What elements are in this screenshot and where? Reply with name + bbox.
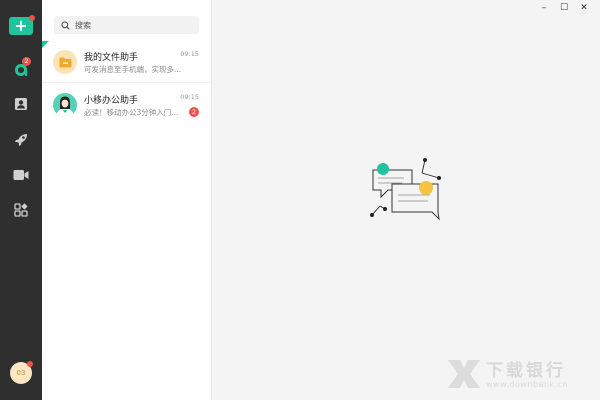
messages-badge: 2 bbox=[22, 57, 31, 66]
my-avatar[interactable]: 03 bbox=[10, 361, 33, 384]
rocket-icon bbox=[15, 134, 27, 146]
file-assistant-avatar bbox=[53, 50, 77, 74]
office-assistant-avatar bbox=[53, 93, 77, 117]
sidebar: + 2 03 bbox=[0, 0, 42, 400]
add-icon: + bbox=[14, 16, 28, 35]
apps-icon bbox=[14, 203, 28, 217]
conversation-preview: 可发消息至手机端，实现多... bbox=[84, 65, 182, 74]
conversation-title: 小移办公助手 bbox=[84, 96, 139, 106]
conversation-item[interactable]: 小移办公助手 必读！移动办公3分钟入门... 09:15 2 bbox=[42, 84, 211, 126]
nav-workbench[interactable] bbox=[0, 127, 42, 153]
conversation-item[interactable]: 我的文件助手 可发消息至手机端，实现多... 09:15 bbox=[42, 41, 211, 83]
close-button[interactable]: ✕ bbox=[574, 2, 594, 14]
maximize-button[interactable]: ☐ bbox=[554, 2, 574, 14]
nav-messages[interactable]: 2 bbox=[0, 57, 42, 83]
conversation-list: 搜索 我的文件助手 可发消息至手机端，实现多... 09:15 小移办公助手 必… bbox=[42, 0, 212, 400]
my-avatar-badge-dot bbox=[27, 361, 33, 367]
video-icon bbox=[13, 170, 29, 180]
watermark-url: www.downbank.cn bbox=[486, 380, 569, 389]
add-button[interactable]: + bbox=[9, 15, 35, 35]
my-avatar-text: 03 bbox=[16, 369, 26, 377]
pinned-marker bbox=[42, 41, 49, 48]
unread-badge: 2 bbox=[189, 107, 199, 117]
add-badge-dot bbox=[29, 15, 35, 21]
chat-bubbles-illustration bbox=[370, 158, 441, 221]
watermark: 下载银行 www.downbank.cn bbox=[446, 354, 596, 396]
window-controls: – ☐ ✕ bbox=[534, 2, 594, 14]
nav-apps[interactable] bbox=[0, 197, 42, 223]
search-icon bbox=[61, 20, 70, 30]
conversation-time: 09:15 bbox=[180, 93, 199, 101]
nav-contacts[interactable] bbox=[0, 91, 42, 117]
watermark-logo-icon bbox=[448, 360, 480, 388]
watermark-brand: 下载银行 bbox=[486, 361, 566, 381]
assistant-person-icon bbox=[56, 96, 74, 117]
conversation-time: 09:15 bbox=[180, 50, 199, 58]
minimize-button[interactable]: – bbox=[534, 2, 554, 14]
contacts-icon bbox=[15, 98, 27, 110]
folder-icon bbox=[59, 57, 71, 67]
conversation-title: 我的文件助手 bbox=[84, 53, 139, 63]
search-box[interactable]: 搜索 bbox=[54, 16, 199, 34]
conversation-preview: 必读！移动办公3分钟入门... bbox=[84, 108, 179, 117]
nav-video[interactable] bbox=[0, 162, 42, 188]
search-placeholder: 搜索 bbox=[75, 20, 91, 30]
